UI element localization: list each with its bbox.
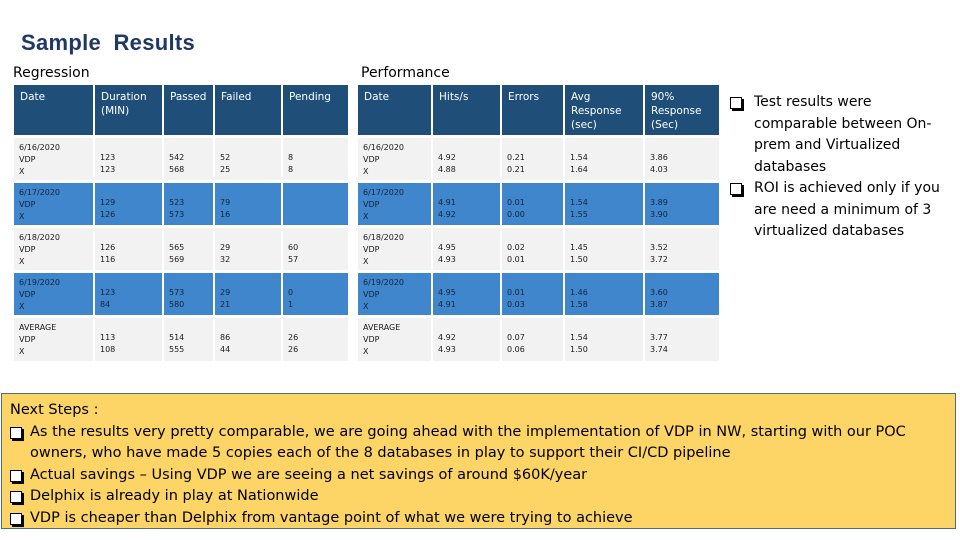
duration-cell: 113 108 [95, 318, 162, 361]
avg-response-cell: 1.46 1.58 [565, 273, 643, 315]
checkbox-bullet-icon [10, 512, 22, 525]
avg-response-cell: 1.45 1.50 [565, 228, 643, 270]
next-step-item: Delphix is already in play at Nationwide [10, 486, 947, 508]
hits-cell: 4.95 4.93 [433, 228, 500, 270]
errors-cell: 0.02 0.01 [502, 228, 563, 270]
duration-cell: 123 84 [95, 273, 162, 315]
date-cell: AVERAGE VDP X [358, 318, 431, 361]
header-date: Date [14, 85, 93, 135]
performance-label: Performance [361, 65, 450, 81]
slide-title: Sample Results [21, 30, 196, 55]
p90-response-cell: 3.60 3.87 [645, 273, 719, 315]
checkbox-bullet-icon [730, 183, 742, 195]
next-step-text: VDP is cheaper than Delphix from vantage… [30, 509, 633, 526]
checkbox-bullet-icon [10, 491, 22, 503]
failed-cell: 29 21 [215, 273, 281, 315]
checkbox-bullet-icon [730, 97, 742, 109]
header-failed: Failed [215, 85, 281, 135]
duration-cell: 126 116 [95, 228, 162, 270]
header-avg-response: Avg Response (sec) [565, 85, 643, 135]
summary-bullet-text: Test results were comparable between On-… [754, 94, 932, 175]
failed-cell: 29 32 [215, 228, 281, 270]
pending-cell: 0 1 [283, 273, 348, 315]
pending-cell: 60 57 [283, 228, 348, 270]
header-hits: Hits/s [433, 85, 500, 135]
avg-response-cell: 1.54 1.64 [565, 138, 643, 180]
date-cell: AVERAGE VDP X [14, 318, 93, 361]
duration-cell: 129 126 [95, 183, 162, 225]
date-cell: 6/17/2020 VDP X [14, 183, 93, 225]
date-cell: 6/19/2020 VDP X [14, 273, 93, 315]
hits-cell: 4.91 4.92 [433, 183, 500, 225]
errors-cell: 0.21 0.21 [502, 138, 563, 180]
next-step-item: VDP is cheaper than Delphix from vantage… [10, 508, 947, 530]
failed-cell: 79 16 [215, 183, 281, 225]
header-90-response: 90% Response (Sec) [645, 85, 719, 135]
next-steps-heading: Next Steps : [10, 402, 99, 418]
passed-cell: 542 568 [164, 138, 213, 180]
next-step-item: As the results very pretty comparable, w… [10, 422, 947, 465]
next-steps-box: Next Steps : As the results very pretty … [1, 393, 956, 529]
date-cell: 6/16/2020 VDP X [358, 138, 431, 180]
avg-response-cell: 1.54 1.55 [565, 183, 643, 225]
next-step-text: Delphix is already in play at Nationwide [30, 488, 319, 504]
header-duration: Duration (MIN) [95, 85, 162, 135]
summary-bullets: Test results were comparable between On-… [728, 92, 958, 243]
errors-cell: 0.01 0.03 [502, 273, 563, 315]
passed-cell: 573 580 [164, 273, 213, 315]
pending-cell: 26 26 [283, 318, 348, 361]
duration-cell: 123 123 [95, 138, 162, 180]
hits-cell: 4.95 4.91 [433, 273, 500, 315]
header-pending: Pending [283, 85, 348, 135]
header-errors: Errors [502, 85, 563, 135]
avg-response-cell: 1.54 1.50 [565, 318, 643, 361]
header-passed: Passed [164, 85, 213, 135]
hits-cell: 4.92 4.88 [433, 138, 500, 180]
date-cell: 6/18/2020 VDP X [358, 228, 431, 270]
header-date: Date [358, 85, 431, 135]
regression-label: Regression [13, 65, 90, 81]
checkbox-bullet-icon [10, 469, 22, 482]
next-step-item: Actual savings – Using VDP we are seeing… [10, 465, 947, 487]
failed-cell: 86 44 [215, 318, 281, 361]
date-cell: 6/19/2020 VDP X [358, 273, 431, 315]
passed-cell: 523 573 [164, 183, 213, 225]
date-cell: 6/18/2020 VDP X [14, 228, 93, 270]
p90-response-cell: 3.52 3.72 [645, 228, 719, 270]
errors-cell: 0.01 0.00 [502, 183, 563, 225]
errors-cell: 0.07 0.06 [502, 318, 563, 361]
next-step-text: Actual savings – Using VDP we are seeing… [30, 466, 588, 483]
pending-cell [283, 183, 348, 225]
date-cell: 6/16/2020 VDP X [14, 138, 93, 180]
regression-table: Date Duration (MIN) Passed Failed Pendin… [14, 85, 348, 361]
hits-cell: 4.92 4.93 [433, 318, 500, 361]
p90-response-cell: 3.77 3.74 [645, 318, 719, 361]
pending-cell: 8 8 [283, 138, 348, 180]
next-step-text: As the results very pretty comparable, w… [30, 423, 906, 462]
passed-cell: 514 555 [164, 318, 213, 361]
p90-response-cell: 3.89 3.90 [645, 183, 719, 225]
summary-bullet-text: ROI is achieved only if you are need a m… [754, 180, 940, 239]
date-cell: 6/17/2020 VDP X [358, 183, 431, 225]
p90-response-cell: 3.86 4.03 [645, 138, 719, 180]
summary-bullet: Test results were comparable between On-… [728, 92, 958, 178]
summary-bullet: ROI is achieved only if you are need a m… [728, 178, 958, 243]
passed-cell: 565 569 [164, 228, 213, 270]
performance-table: Date Hits/s Errors Avg Response (sec) 90… [358, 85, 719, 361]
failed-cell: 52 25 [215, 138, 281, 180]
checkbox-bullet-icon [10, 426, 22, 439]
